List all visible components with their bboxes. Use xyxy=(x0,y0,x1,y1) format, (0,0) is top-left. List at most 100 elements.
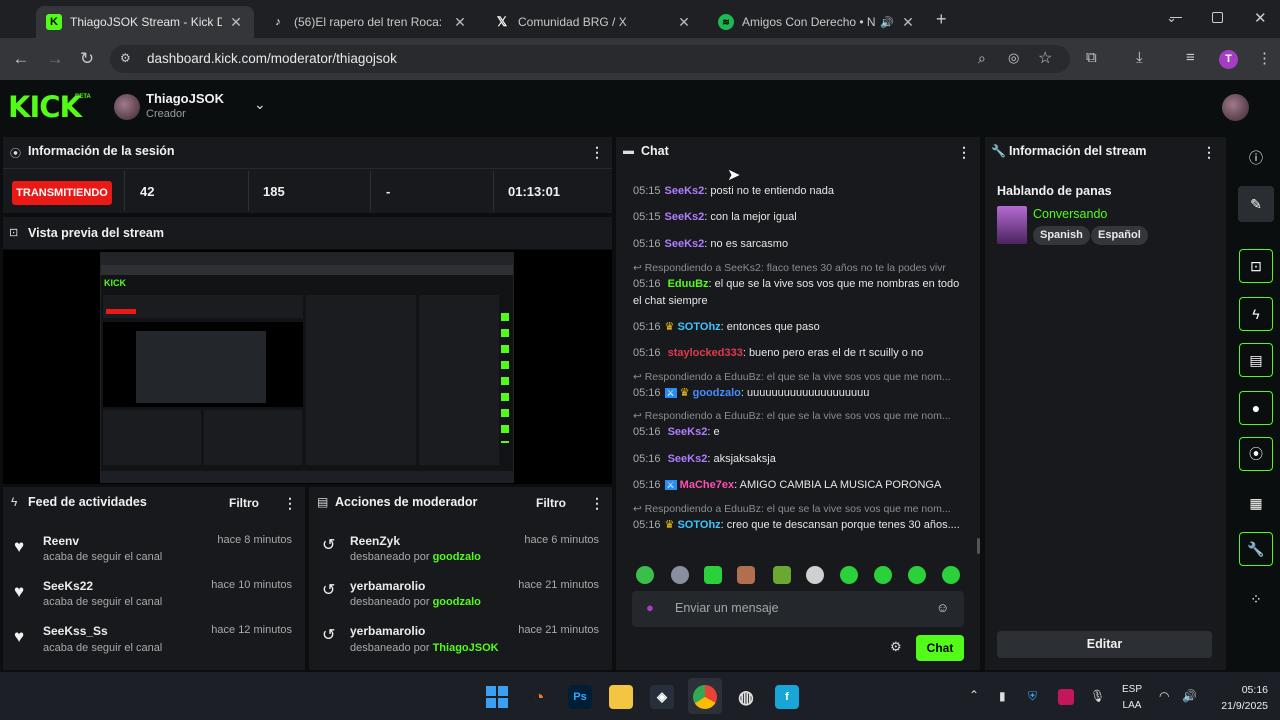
emote-icon[interactable] xyxy=(671,566,689,584)
back-icon[interactable]: ← xyxy=(10,48,32,70)
minimize-button[interactable] xyxy=(1170,17,1182,18)
blender-icon[interactable]: ◔ xyxy=(527,685,551,709)
obs-icon[interactable]: ◍ xyxy=(734,685,758,709)
language-indicator[interactable]: ESP xyxy=(1122,684,1142,695)
chat-message[interactable]: 05:16 ♛ SOTOhz: entonces que paso xyxy=(633,319,963,336)
chat-toggle-button[interactable]: ● xyxy=(1239,391,1273,425)
chat-message[interactable]: 05:16 ♛ SOTOhz: creo que te descansan por… xyxy=(633,517,963,534)
file-explorer-icon[interactable] xyxy=(609,685,633,709)
close-tab-icon[interactable]: ✕ xyxy=(676,14,692,31)
bookmark-star-icon[interactable]: ☆ xyxy=(1038,48,1052,68)
tab-x[interactable]: 𝕏 Comunidad BRG / X ✕ xyxy=(484,6,702,38)
info-icon[interactable]: ⓘ xyxy=(1246,148,1266,168)
chrome-icon[interactable] xyxy=(693,685,717,709)
url-text[interactable]: dashboard.kick.com/moderator/thiagojsok xyxy=(147,51,397,66)
profile-avatar[interactable]: T xyxy=(1219,50,1238,69)
stream-category[interactable]: Conversando xyxy=(1033,207,1107,221)
chat-message[interactable]: 05:16 ⚔ ♛ goodzalo: uuuuuuuuuuuuuuuuuuuu xyxy=(633,385,963,402)
moderated-user[interactable]: ReenZyk xyxy=(350,534,400,548)
follower-name[interactable]: Reenv xyxy=(43,534,79,548)
moderator-name[interactable]: goodzalo xyxy=(433,551,481,563)
more-options-icon[interactable]: ⋮ xyxy=(590,144,604,161)
tab-spotify[interactable]: ≋ Amigos Con Derecho • Ner 🔊 ✕ xyxy=(708,6,926,38)
more-options-icon[interactable]: ⋮ xyxy=(957,144,971,161)
keyboard-layout[interactable]: LAA xyxy=(1122,700,1142,711)
download-icon[interactable]: ⤓ xyxy=(1136,49,1143,66)
clock-time[interactable]: 05:16 xyxy=(1212,684,1268,696)
chat-message[interactable]: 05:16 ⚔ MaChe7ex: AMIGO CAMBIA LA MUSICA … xyxy=(633,477,963,494)
wifi-icon[interactable]: ◠ xyxy=(1159,689,1169,703)
mod-filter-button[interactable]: Filtro xyxy=(536,496,566,510)
activity-filter-button[interactable]: Filtro xyxy=(229,496,259,510)
new-tab-button[interactable]: + xyxy=(936,9,947,30)
media-control-icon[interactable]: ≡ xyxy=(1186,49,1195,66)
more-options-icon[interactable]: ⋮ xyxy=(283,495,297,512)
reload-icon[interactable]: ↻ xyxy=(76,48,98,70)
stream-tag[interactable]: Spanish xyxy=(1033,226,1090,245)
tab-kick-dashboard[interactable]: K ThiagoJSOK Stream - Kick Dash ✕ xyxy=(36,6,254,38)
moderated-user[interactable]: yerbamarolio xyxy=(350,624,425,638)
forward-icon[interactable]: → xyxy=(44,48,66,70)
chevron-up-icon[interactable]: ⌃ xyxy=(969,688,979,702)
follower-name[interactable]: SeeKss_Ss xyxy=(43,624,108,638)
chat-message[interactable]: 05:15 SeeKs2: posti no te entiendo nada xyxy=(633,183,963,200)
moderator-name[interactable]: goodzalo xyxy=(433,596,481,608)
reply-context[interactable]: ↩ Respondiendo a SeeKs2: flaco tenes 30 … xyxy=(633,262,963,274)
emote-icon[interactable] xyxy=(806,566,824,584)
more-options-icon[interactable]: ⋮ xyxy=(590,495,604,512)
close-tab-icon[interactable]: ✕ xyxy=(900,14,916,31)
reply-context[interactable]: ↩ Respondiendo a EduuBz: el que se la vi… xyxy=(633,503,963,515)
close-tab-icon[interactable]: ✕ xyxy=(228,14,244,31)
chat-input[interactable]: ● Enviar un mensaje ☺ xyxy=(632,591,964,627)
mod-actions-toggle-button[interactable]: ▤ xyxy=(1239,343,1273,377)
speaker-icon[interactable]: 🔊 xyxy=(880,16,894,29)
emote-icon[interactable] xyxy=(636,566,654,584)
windows-start-icon[interactable] xyxy=(485,685,509,709)
moderator-name[interactable]: ThiagoJSOK xyxy=(433,642,499,654)
eye-off-icon[interactable]: ◎ xyxy=(1008,50,1019,66)
chat-input-placeholder[interactable]: Enviar un mensaje xyxy=(675,601,779,615)
app-icon[interactable]: ◈ xyxy=(650,685,674,709)
tab-search-icon[interactable]: ⌄ xyxy=(1166,10,1177,26)
close-window-button[interactable]: ✕ xyxy=(1254,9,1267,27)
emote-icon[interactable] xyxy=(942,566,960,584)
browser-menu-icon[interactable]: ⋮ xyxy=(1257,49,1272,67)
chat-message[interactable]: 05:16 EduuBz: el que se la vive sos vos … xyxy=(633,276,963,310)
chat-message[interactable]: 05:16 SeeKs2: aksjaksaksja xyxy=(633,451,963,468)
emote-icon[interactable] xyxy=(908,566,926,584)
zoom-icon[interactable]: ⌕ xyxy=(978,50,986,67)
channel-name[interactable]: ThiagoJSOK xyxy=(146,91,224,106)
category-thumbnail[interactable] xyxy=(997,206,1027,244)
moderated-user[interactable]: yerbamarolio xyxy=(350,579,425,593)
emoji-icon[interactable]: ☺ xyxy=(936,600,949,615)
send-chat-button[interactable]: Chat xyxy=(916,635,964,661)
emote-icon[interactable] xyxy=(773,566,791,584)
chevron-down-icon[interactable]: ⌄ xyxy=(254,96,266,113)
chat-message[interactable]: 05:16 SeeKs2: no es sarcasmo xyxy=(633,236,963,253)
volume-icon[interactable]: 🔊 xyxy=(1182,689,1197,703)
emote-icon[interactable] xyxy=(874,566,892,584)
emote-icon[interactable] xyxy=(704,566,722,584)
reply-context[interactable]: ↩ Respondiendo a EduuBz: el que se la vi… xyxy=(633,371,963,383)
gear-icon[interactable]: ⚙ xyxy=(890,639,902,655)
reply-context[interactable]: ↩ Respondiendo a EduuBz: el que se la vi… xyxy=(633,410,963,422)
extensions-icon[interactable]: ⧉ xyxy=(1086,49,1097,66)
emote-icon[interactable] xyxy=(840,566,858,584)
photoshop-icon[interactable]: Ps xyxy=(568,685,592,709)
maximize-button[interactable] xyxy=(1212,12,1223,23)
close-tab-icon[interactable]: ✕ xyxy=(452,14,468,31)
layout-icon[interactable]: ▦ xyxy=(1246,493,1266,513)
session-toggle-button[interactable]: ⦿ xyxy=(1239,437,1273,471)
pencil-icon[interactable]: ✎ xyxy=(1238,186,1274,222)
url-bar[interactable]: ⚙ dashboard.kick.com/moderator/thiagojso… xyxy=(110,45,1070,73)
preview-toggle-button[interactable]: ⊡ xyxy=(1239,249,1273,283)
activity-toggle-button[interactable]: ϟ xyxy=(1239,297,1273,331)
app-tray-icon[interactable] xyxy=(1058,689,1074,705)
clock-date[interactable]: 21/9/2025 xyxy=(1212,700,1268,712)
chat-scrollbar[interactable] xyxy=(977,538,980,554)
chat-message[interactable]: 05:16 staylocked333: bueno pero eras el … xyxy=(633,345,963,362)
kick-logo[interactable]: KICK xyxy=(8,90,82,124)
tab-tiktok[interactable]: ♪ (56)El rapero del tren Roca: Con ✕ xyxy=(260,6,478,38)
microphone-icon[interactable]: 🎙 xyxy=(1090,689,1105,703)
usb-icon[interactable]: ▮ xyxy=(999,689,1006,703)
